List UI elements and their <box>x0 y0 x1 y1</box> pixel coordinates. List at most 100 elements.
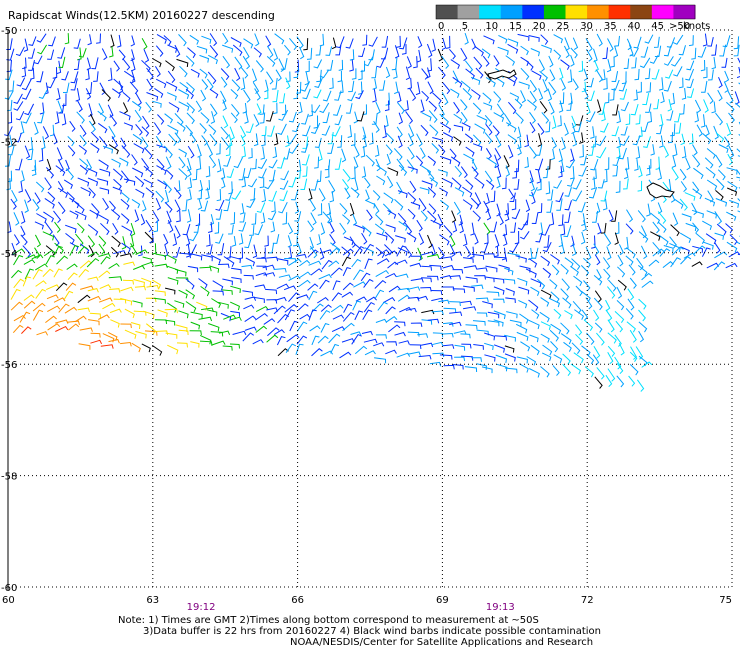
wind-barb <box>64 306 78 314</box>
latitude-label: -56 <box>1 360 17 371</box>
wind-barb <box>707 92 714 104</box>
wind-barb <box>543 235 550 248</box>
wind-barb <box>374 289 385 299</box>
wind-barb <box>328 260 340 267</box>
wind-barb <box>211 298 222 308</box>
wind-barb <box>704 157 714 169</box>
wind-barb <box>518 299 528 309</box>
legend-swatches <box>435 4 696 20</box>
wind-barb <box>207 221 213 233</box>
wind-barb <box>549 69 556 82</box>
wind-barb <box>360 60 366 73</box>
wind-barb <box>181 199 188 212</box>
wind-barb <box>440 122 452 133</box>
wind-barb <box>725 262 738 269</box>
wind-barb <box>330 343 340 354</box>
wind-barb <box>364 258 373 270</box>
wind-barb <box>539 311 550 323</box>
wind-barb <box>49 124 55 137</box>
wind-barb <box>398 220 408 231</box>
wind-barb <box>483 222 491 235</box>
wind-barb <box>635 114 641 125</box>
wind-barb <box>673 34 684 45</box>
wind-barb <box>509 92 520 102</box>
wind-barb <box>79 164 89 175</box>
wind-barb <box>576 115 584 126</box>
wind-barb <box>540 289 552 300</box>
wind-barb <box>209 103 218 117</box>
legend-swatch <box>630 5 653 19</box>
wind-barb <box>192 168 198 181</box>
wind-barb <box>238 233 244 245</box>
wind-barb <box>133 265 146 270</box>
wind-barb <box>347 124 353 138</box>
wind-barb <box>86 57 91 71</box>
wind-barb <box>420 147 426 159</box>
wind-barb <box>585 297 593 310</box>
wind-barb <box>583 280 591 292</box>
wind-barb <box>185 301 197 313</box>
note-line-2: 3)Data buffer is 22 hrs from 20160227 4)… <box>143 626 601 637</box>
wind-barb <box>385 66 391 79</box>
wind-barb <box>349 59 354 72</box>
wind-barb <box>531 309 540 319</box>
wind-barb <box>726 122 732 137</box>
wind-barb <box>242 55 251 70</box>
wind-barb <box>243 38 254 49</box>
wind-barb <box>254 224 264 236</box>
wind-barb <box>364 177 371 189</box>
wind-barb <box>198 316 213 322</box>
wind-barb <box>420 210 428 222</box>
wind-barb <box>178 34 187 47</box>
wind-barb <box>80 285 94 290</box>
wind-barb <box>98 235 107 247</box>
wind-barb <box>245 257 256 267</box>
wind-barb <box>572 78 579 91</box>
wind-barb <box>386 341 398 346</box>
wind-barb <box>110 209 121 221</box>
wind-barb <box>87 177 99 187</box>
wind-barb <box>182 223 191 236</box>
wind-barb <box>88 319 100 326</box>
wind-barb <box>231 236 237 247</box>
wind-barb <box>513 179 520 190</box>
wind-barb <box>298 271 311 279</box>
wind-barb <box>492 125 500 136</box>
wind-barb <box>528 186 538 197</box>
wind-barb <box>35 288 47 299</box>
wind-barb <box>687 88 695 98</box>
wind-barb <box>563 45 570 58</box>
wind-barb <box>99 82 106 95</box>
wind-barb <box>228 224 234 235</box>
wind-barb <box>242 290 253 297</box>
wind-barb <box>506 122 517 133</box>
wind-barb <box>179 65 188 78</box>
wind-barb <box>625 223 634 235</box>
wind-barb <box>409 180 417 193</box>
wind-barb <box>297 303 309 311</box>
wind-barb <box>304 71 310 86</box>
wind-barb <box>375 158 381 172</box>
wind-barb <box>165 169 174 180</box>
wind-barb <box>272 102 278 115</box>
wind-barb <box>672 143 678 157</box>
wind-barb <box>398 340 410 345</box>
wind-barb <box>520 67 530 81</box>
wind-barb <box>242 332 254 342</box>
wind-barb <box>76 111 85 124</box>
wind-barb <box>443 344 455 349</box>
wind-barb <box>618 342 625 356</box>
wind-barb <box>638 321 648 333</box>
wind-barb <box>558 100 564 113</box>
longitude-label: 69 <box>436 595 449 606</box>
wind-barb <box>416 133 423 147</box>
wind-barb <box>671 167 679 181</box>
wind-barb <box>102 145 114 154</box>
wind-barb <box>441 177 453 188</box>
wind-barb <box>597 99 602 113</box>
wind-barb <box>364 247 374 256</box>
wind-barb <box>663 145 670 158</box>
wind-barb <box>91 57 99 70</box>
wind-barb <box>596 135 607 147</box>
wind-barb <box>93 71 99 82</box>
